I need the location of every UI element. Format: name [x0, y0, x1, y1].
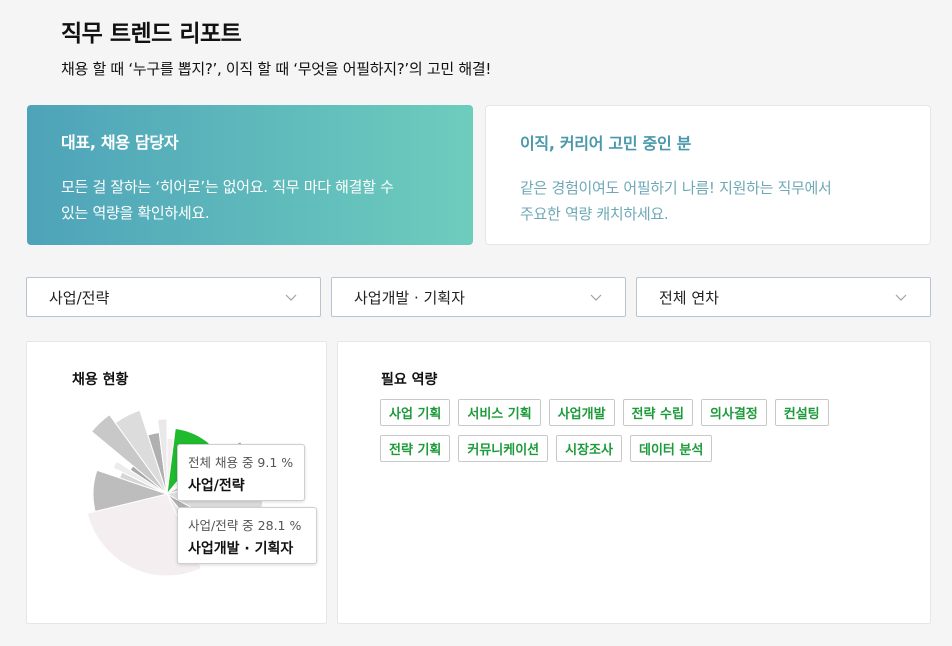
employer-card[interactable]: 대표, 채용 담당자 모든 걸 잘하는 ‘히어로’는 없어요. 직무 마다 해결… — [27, 105, 473, 245]
page-subtitle: 채용 할 때 ‘누구를 뽑지?’, 이직 할 때 ‘무엇을 어필하지?’의 고민… — [61, 60, 492, 78]
jobseeker-card-body: 같은 경험이여도 어필하기 나름! 지원하는 직무에서 주요한 역량 캐치하세요… — [520, 175, 896, 227]
skill-tag[interactable]: 시장조사 — [556, 435, 622, 462]
jobseeker-card-body-line: 주요한 역량 캐치하세요. — [520, 205, 669, 223]
skill-tag-list: 사업 기획 서비스 기획 사업개발 전략 수립 의사결정 컨설팅 전략 기획 커… — [380, 399, 880, 462]
required-skills-title: 필요 역량 — [381, 372, 438, 388]
job-select-value: 사업개발 · 기획자 — [354, 288, 465, 307]
job-share-text: 사업/전략 중 28.1 % — [188, 518, 302, 533]
job-share-label: 사업개발 · 기획자 — [188, 541, 294, 557]
chevron-down-icon — [590, 294, 602, 301]
chevron-down-icon — [895, 294, 907, 301]
skill-tag[interactable]: 커뮤니케이션 — [458, 435, 549, 462]
category-select-value: 사업/전략 — [49, 288, 110, 307]
jobseeker-card-heading: 이직, 커리어 고민 중인 분 — [520, 134, 692, 153]
jobseeker-card[interactable]: 이직, 커리어 고민 중인 분 같은 경험이여도 어필하기 나름! 지원하는 직… — [485, 105, 931, 245]
skill-tag[interactable]: 전략 수립 — [622, 399, 693, 426]
skill-tag[interactable]: 서비스 기획 — [458, 399, 541, 426]
hiring-status-panel: 채용 현황 전체 채용 중 9.1 % 사업/전략 사업/전략 중 28.1 %… — [26, 341, 327, 624]
category-share-text: 전체 채용 중 9.1 % — [188, 455, 294, 470]
hiring-status-title: 채용 현황 — [72, 372, 129, 388]
skill-tag[interactable]: 컨설팅 — [774, 399, 829, 426]
experience-select[interactable]: 전체 연차 — [636, 277, 931, 317]
jobseeker-card-body-line: 같은 경험이여도 어필하기 나름! 지원하는 직무에서 — [520, 179, 832, 197]
employer-card-body-line: 있는 역량을 확인하세요. — [61, 204, 210, 222]
employer-card-heading: 대표, 채용 담당자 — [61, 133, 179, 152]
experience-select-value: 전체 연차 — [659, 288, 719, 307]
employer-card-body: 모든 걸 잘하는 ‘히어로’는 없어요. 직무 마다 해결할 수 있는 역량을 … — [61, 174, 439, 226]
skill-tag[interactable]: 데이터 분석 — [629, 435, 713, 462]
chevron-down-icon — [285, 294, 297, 301]
skill-tag[interactable]: 사업개발 — [548, 399, 615, 426]
category-share-tooltip: 전체 채용 중 9.1 % 사업/전략 — [177, 444, 305, 501]
category-share-label: 사업/전략 — [188, 478, 245, 494]
page-title: 직무 트렌드 리포트 — [61, 21, 242, 47]
job-select[interactable]: 사업개발 · 기획자 — [331, 277, 626, 317]
required-skills-panel: 필요 역량 사업 기획 서비스 기획 사업개발 전략 수립 의사결정 컨설팅 전… — [337, 341, 931, 624]
skill-tag[interactable]: 전략 기획 — [380, 435, 451, 462]
skill-tag[interactable]: 사업 기획 — [380, 399, 451, 426]
category-select[interactable]: 사업/전략 — [26, 277, 321, 317]
skill-tag[interactable]: 의사결정 — [700, 399, 767, 426]
job-share-tooltip: 사업/전략 중 28.1 % 사업개발 · 기획자 — [177, 507, 317, 564]
employer-card-body-line: 모든 걸 잘하는 ‘히어로’는 없어요. 직무 마다 해결할 수 — [61, 178, 394, 196]
